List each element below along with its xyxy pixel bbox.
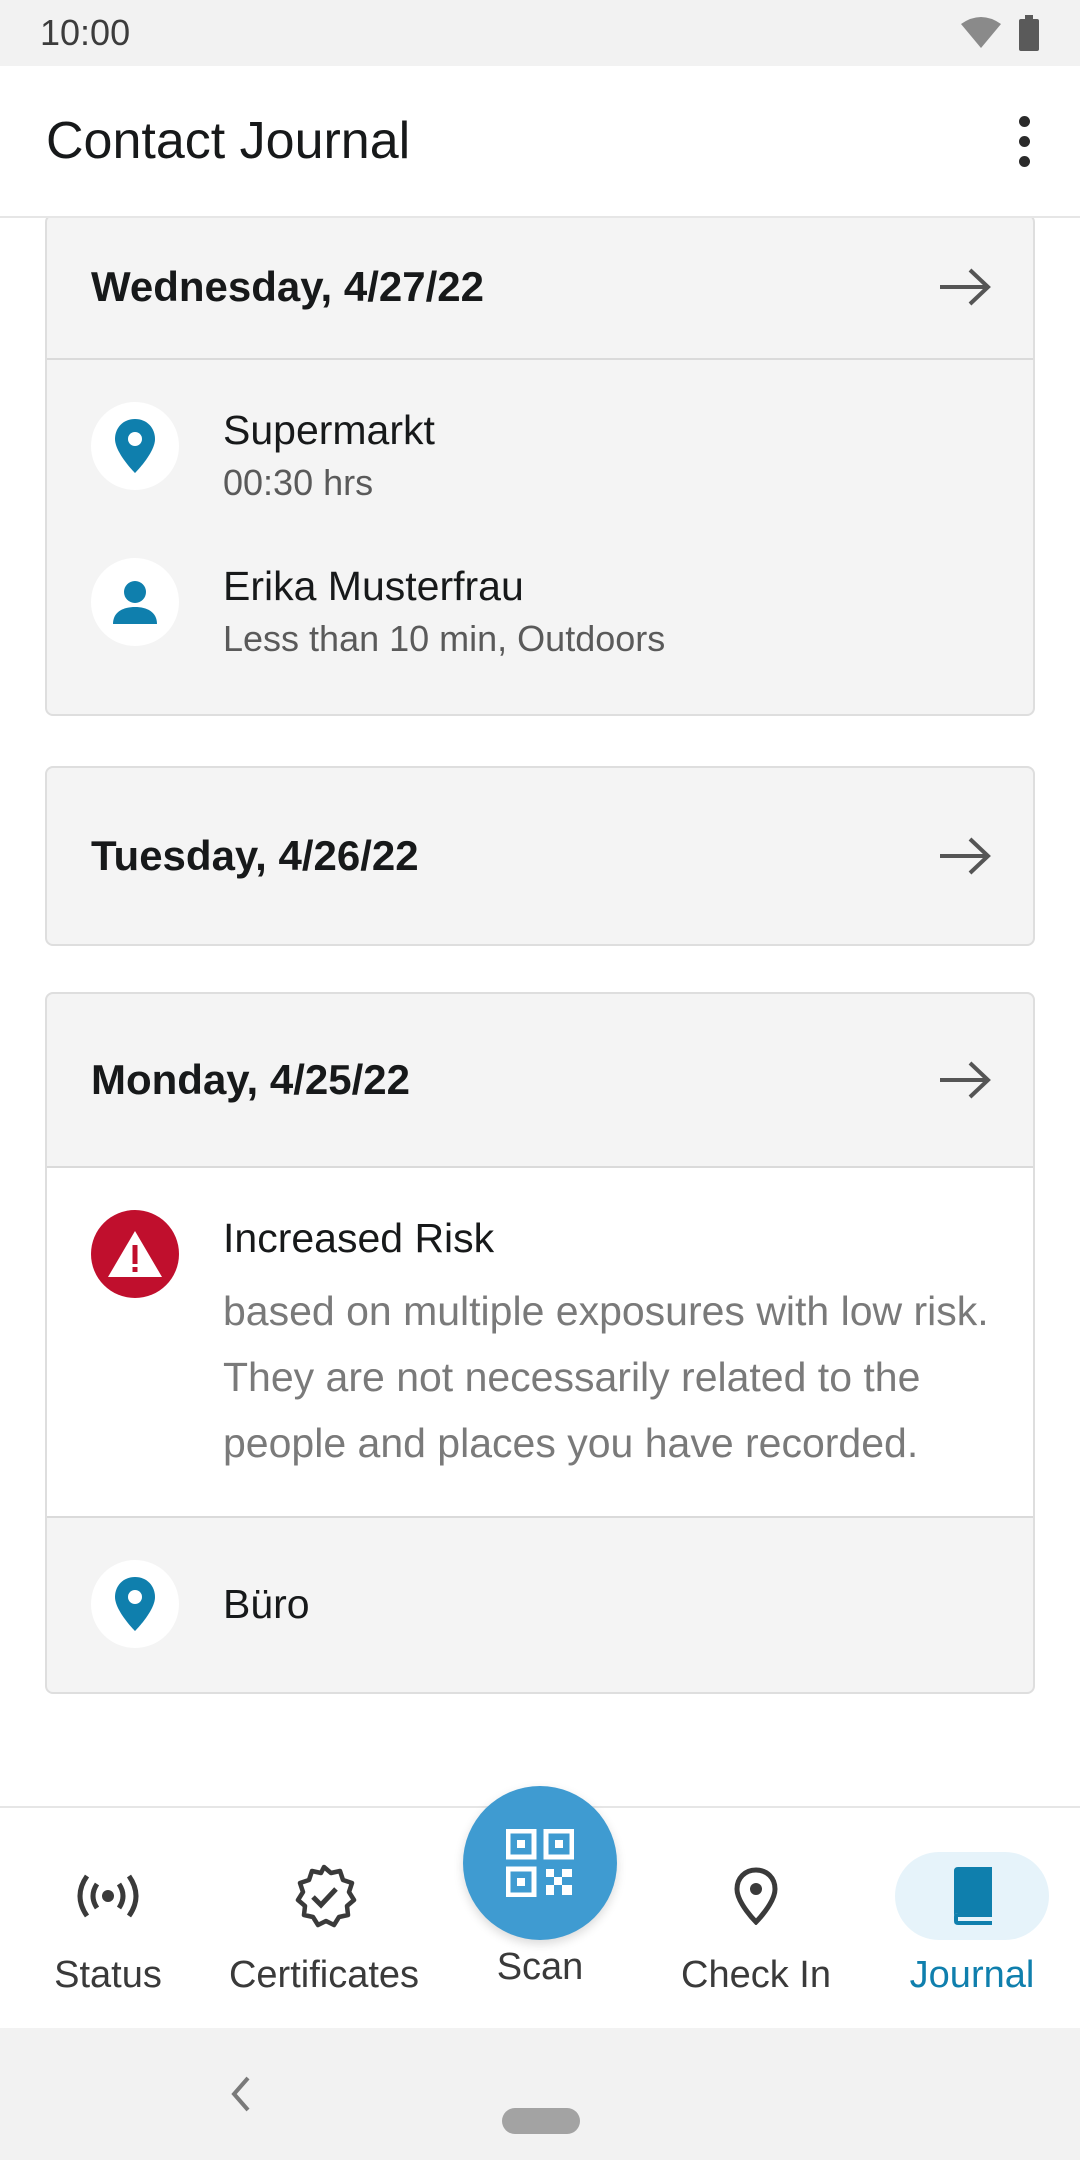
entry-duration: 00:30 hrs: [223, 462, 374, 503]
app-bar: Contact Journal: [0, 66, 1080, 218]
wifi-icon: [961, 17, 1001, 48]
status-icons: [960, 15, 1040, 51]
risk-panel: Increased Risk based on multiple exposur…: [47, 1168, 1033, 1516]
location-pin-icon: [91, 402, 179, 490]
journal-entry-location[interactable]: Supermarkt 00:30 hrs: [47, 402, 1033, 508]
status-time: 10:00: [40, 12, 131, 53]
bottom-navigation: Status Certificates Scan Check In Journa…: [0, 1786, 1080, 2030]
overflow-menu-icon: [1018, 115, 1030, 127]
journal-entry-person[interactable]: Erika Musterfrau Less than 10 min, Outdo…: [47, 558, 1033, 664]
day-card-wednesday: Wednesday, 4/27/22 Supermarkt 00:30 hrs …: [45, 218, 1035, 716]
location-pin-icon: [734, 1867, 778, 1925]
status-bar: 10:00: [0, 0, 1080, 66]
risk-title: Increased Risk: [223, 1215, 495, 1261]
nav-label: Check In: [681, 1954, 831, 1996]
arrow-right-icon[interactable]: [935, 826, 995, 886]
warning-triangle-icon: [91, 1210, 179, 1298]
journal-book-icon: [954, 1867, 992, 1925]
nav-label-scan[interactable]: Scan: [432, 1946, 648, 1989]
person-icon: [91, 558, 179, 646]
nav-label: Journal: [909, 1954, 1035, 1996]
day-date: Monday, 4/25/22: [91, 1056, 411, 1103]
entry-title: Erika Musterfrau: [223, 563, 524, 609]
arrow-right-icon[interactable]: [935, 1050, 995, 1110]
scan-button[interactable]: [463, 1786, 617, 1940]
overflow-menu-button[interactable]: [994, 101, 1054, 181]
arrow-right-icon[interactable]: [935, 257, 995, 317]
risk-note: They are not necessarily related to the …: [223, 1354, 921, 1466]
nav-label: Status: [54, 1954, 162, 1996]
day-card-monday: Monday, 4/25/22 Increased Risk based on …: [45, 992, 1035, 1694]
day-header[interactable]: Tuesday, 4/26/22: [47, 768, 1033, 944]
day-date: Tuesday, 4/26/22: [91, 832, 419, 879]
nav-certificates[interactable]: Certificates: [216, 1808, 432, 2030]
nav-status[interactable]: Status: [0, 1808, 216, 2030]
entry-title: Supermarkt: [223, 407, 435, 453]
battery-icon: [1019, 15, 1039, 51]
risk-description: based on multiple exposures with low ris…: [223, 1288, 989, 1334]
nav-check-in[interactable]: Check In: [648, 1808, 864, 2030]
page-title: Contact Journal: [46, 112, 411, 170]
entry-title: Büro: [223, 1581, 310, 1627]
certificate-badge-icon: [295, 1864, 357, 1928]
qr-code-icon: [506, 1829, 574, 1897]
back-icon[interactable]: [222, 2072, 262, 2116]
day-date: Wednesday, 4/27/22: [91, 263, 484, 310]
location-pin-icon: [91, 1560, 179, 1648]
nav-journal[interactable]: Journal: [864, 1808, 1080, 2030]
entry-detail: Less than 10 min, Outdoors: [223, 618, 666, 659]
nav-label: Certificates: [228, 1954, 420, 1996]
journal-entry-location[interactable]: Büro: [47, 1560, 1033, 1648]
day-card-tuesday[interactable]: Tuesday, 4/26/22: [45, 766, 1035, 946]
day-header[interactable]: Wednesday, 4/27/22: [47, 218, 1033, 358]
home-pill[interactable]: [502, 2108, 580, 2134]
system-navigation-bar: [0, 2028, 1080, 2160]
journal-list[interactable]: Wednesday, 4/27/22 Supermarkt 00:30 hrs …: [0, 218, 1080, 1806]
status-broadcast-icon: [77, 1874, 139, 1918]
day-header[interactable]: Monday, 4/25/22: [47, 994, 1033, 1166]
